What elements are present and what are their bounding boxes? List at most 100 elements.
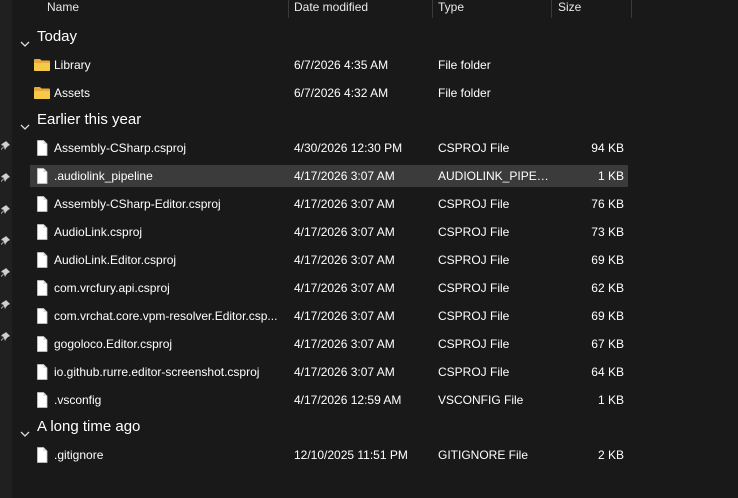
file-size: 62 KB (591, 281, 624, 295)
file-type: CSPROJ File (438, 309, 510, 323)
file-row[interactable]: gogoloco.Editor.csproj 4/17/2026 3:07 AM C… (30, 333, 628, 355)
pin-icon (1, 268, 10, 277)
column-type-header[interactable]: Type (438, 0, 464, 18)
file-date-modified: 4/17/2026 3:07 AM (294, 309, 395, 323)
file-row[interactable]: Library 6/7/2026 4:35 AM File folder (30, 54, 628, 76)
file-size: 1 KB (597, 169, 624, 183)
file-size: 1 KB (597, 393, 624, 407)
group-label: A long time ago (37, 418, 141, 435)
chevron-down-icon[interactable] (20, 33, 30, 47)
group-label: Today (37, 28, 78, 45)
file-date-modified: 4/17/2026 3:07 AM (294, 169, 395, 183)
file-row[interactable]: Assembly-CSharp.csproj 4/30/2026 12:30 PM… (30, 137, 628, 159)
file-icon (33, 307, 51, 325)
group-label: Earlier this year (37, 111, 142, 128)
file-name: AudioLink.csproj (54, 225, 143, 239)
file-date-modified: 4/17/2026 3:07 AM (294, 281, 395, 295)
file-name: io.github.rurre.editor-screenshot.csproj (54, 365, 260, 379)
file-size (550, 82, 624, 104)
file-name: AudioLink.Editor.csproj (54, 253, 177, 267)
file-icon (33, 363, 51, 381)
file-size: 69 KB (591, 309, 624, 323)
file-date-modified: 4/17/2026 3:07 AM (294, 197, 395, 211)
file-row[interactable]: com.vrchat.core.vpm-resolver.Editor.csp.… (30, 305, 628, 327)
file-name: Assembly-CSharp-Editor.csproj (54, 197, 221, 211)
file-type: File folder (438, 58, 491, 72)
file-row[interactable]: .vsconfig 4/17/2026 12:59 AM VSCONFIG File… (30, 389, 628, 411)
file-type: CSPROJ File (438, 253, 510, 267)
file-date-modified: 4/17/2026 3:07 AM (294, 337, 395, 351)
file-type: CSPROJ File (438, 225, 510, 239)
file-name: com.vrcfury.api.csproj (54, 281, 170, 295)
column-name-header[interactable]: Name (47, 0, 79, 18)
file-type: CSPROJ File (438, 281, 510, 295)
file-row[interactable]: io.github.rurre.editor-screenshot.csproj… (30, 361, 628, 383)
column-divider[interactable] (551, 0, 552, 18)
file-row[interactable]: com.vrcfury.api.csproj 4/17/2026 3:07 AM C… (30, 277, 628, 299)
file-icon (33, 167, 51, 185)
column-divider[interactable] (631, 0, 632, 18)
file-size (550, 54, 624, 76)
chevron-down-icon[interactable] (20, 116, 30, 130)
file-size: 69 KB (591, 253, 624, 267)
file-date-modified: 4/30/2026 12:30 PM (294, 141, 403, 155)
file-date-modified: 12/10/2025 11:51 PM (294, 448, 408, 462)
file-name: Assets (54, 86, 91, 100)
file-name: Library (54, 58, 91, 72)
file-size: 64 KB (591, 365, 624, 379)
file-name: gogoloco.Editor.csproj (54, 337, 173, 351)
pin-icon (1, 173, 10, 182)
pin-icon (1, 205, 10, 214)
file-icon (33, 139, 51, 157)
file-size: 2 KB (597, 448, 624, 462)
file-size: 67 KB (591, 337, 624, 351)
file-date-modified: 4/17/2026 3:07 AM (294, 225, 395, 239)
file-row[interactable]: Assets 6/7/2026 4:32 AM File folder (30, 82, 628, 104)
pin-icon (1, 236, 10, 245)
file-icon (33, 223, 51, 241)
file-row-selected[interactable]: .audiolink_pipeline 4/17/2026 3:07 AM AUDI… (30, 165, 628, 187)
file-type: CSPROJ File (438, 337, 510, 351)
file-type: File folder (438, 86, 491, 100)
file-icon (33, 195, 51, 213)
file-icon (33, 279, 51, 297)
pin-icon (1, 332, 10, 341)
file-date-modified: 4/17/2026 12:59 AM (294, 393, 402, 407)
file-name: .gitignore (54, 448, 104, 462)
file-type: AUDIOLINK_PIPEL... (438, 169, 550, 183)
file-type: GITIGNORE File (438, 448, 529, 462)
file-row[interactable]: .gitignore 12/10/2025 11:51 PM GITIGNORE F… (30, 444, 628, 466)
file-name: com.vrchat.core.vpm-resolver.Editor.csp.… (54, 309, 278, 323)
file-name: .audiolink_pipeline (54, 169, 153, 183)
file-date-modified: 4/17/2026 3:07 AM (294, 365, 395, 379)
file-name: .vsconfig (54, 393, 102, 407)
file-row[interactable]: Assembly-CSharp-Editor.csproj 4/17/2026 3… (30, 193, 628, 215)
folder-icon (33, 84, 51, 102)
file-type: VSCONFIG File (438, 393, 524, 407)
file-date-modified: 4/17/2026 3:07 AM (294, 253, 395, 267)
file-icon (33, 446, 51, 464)
column-divider[interactable] (432, 0, 433, 18)
file-type: CSPROJ File (438, 365, 510, 379)
pin-icon (1, 141, 10, 150)
file-row[interactable]: AudioLink.csproj 4/17/2026 3:07 AM CSPROJ … (30, 221, 628, 243)
quick-access-rail (0, 0, 12, 498)
file-date-modified: 6/7/2026 4:32 AM (294, 86, 389, 100)
file-icon (33, 391, 51, 409)
chevron-down-icon[interactable] (20, 423, 30, 437)
column-header: Name Date modified Type Size (0, 0, 632, 18)
file-size: 76 KB (591, 197, 624, 211)
file-size: 73 KB (591, 225, 624, 239)
file-icon (33, 335, 51, 353)
column-size-header[interactable]: Size (558, 0, 581, 18)
column-divider[interactable] (288, 0, 289, 18)
file-icon (33, 251, 51, 269)
folder-icon (33, 56, 51, 74)
column-date-header[interactable]: Date modified (294, 0, 368, 18)
file-type: CSPROJ File (438, 197, 510, 211)
file-row[interactable]: AudioLink.Editor.csproj 4/17/2026 3:07 AM… (30, 249, 628, 271)
file-type: CSPROJ File (438, 141, 510, 155)
file-size: 94 KB (591, 141, 624, 155)
file-name: Assembly-CSharp.csproj (54, 141, 187, 155)
pin-icon (1, 300, 10, 309)
